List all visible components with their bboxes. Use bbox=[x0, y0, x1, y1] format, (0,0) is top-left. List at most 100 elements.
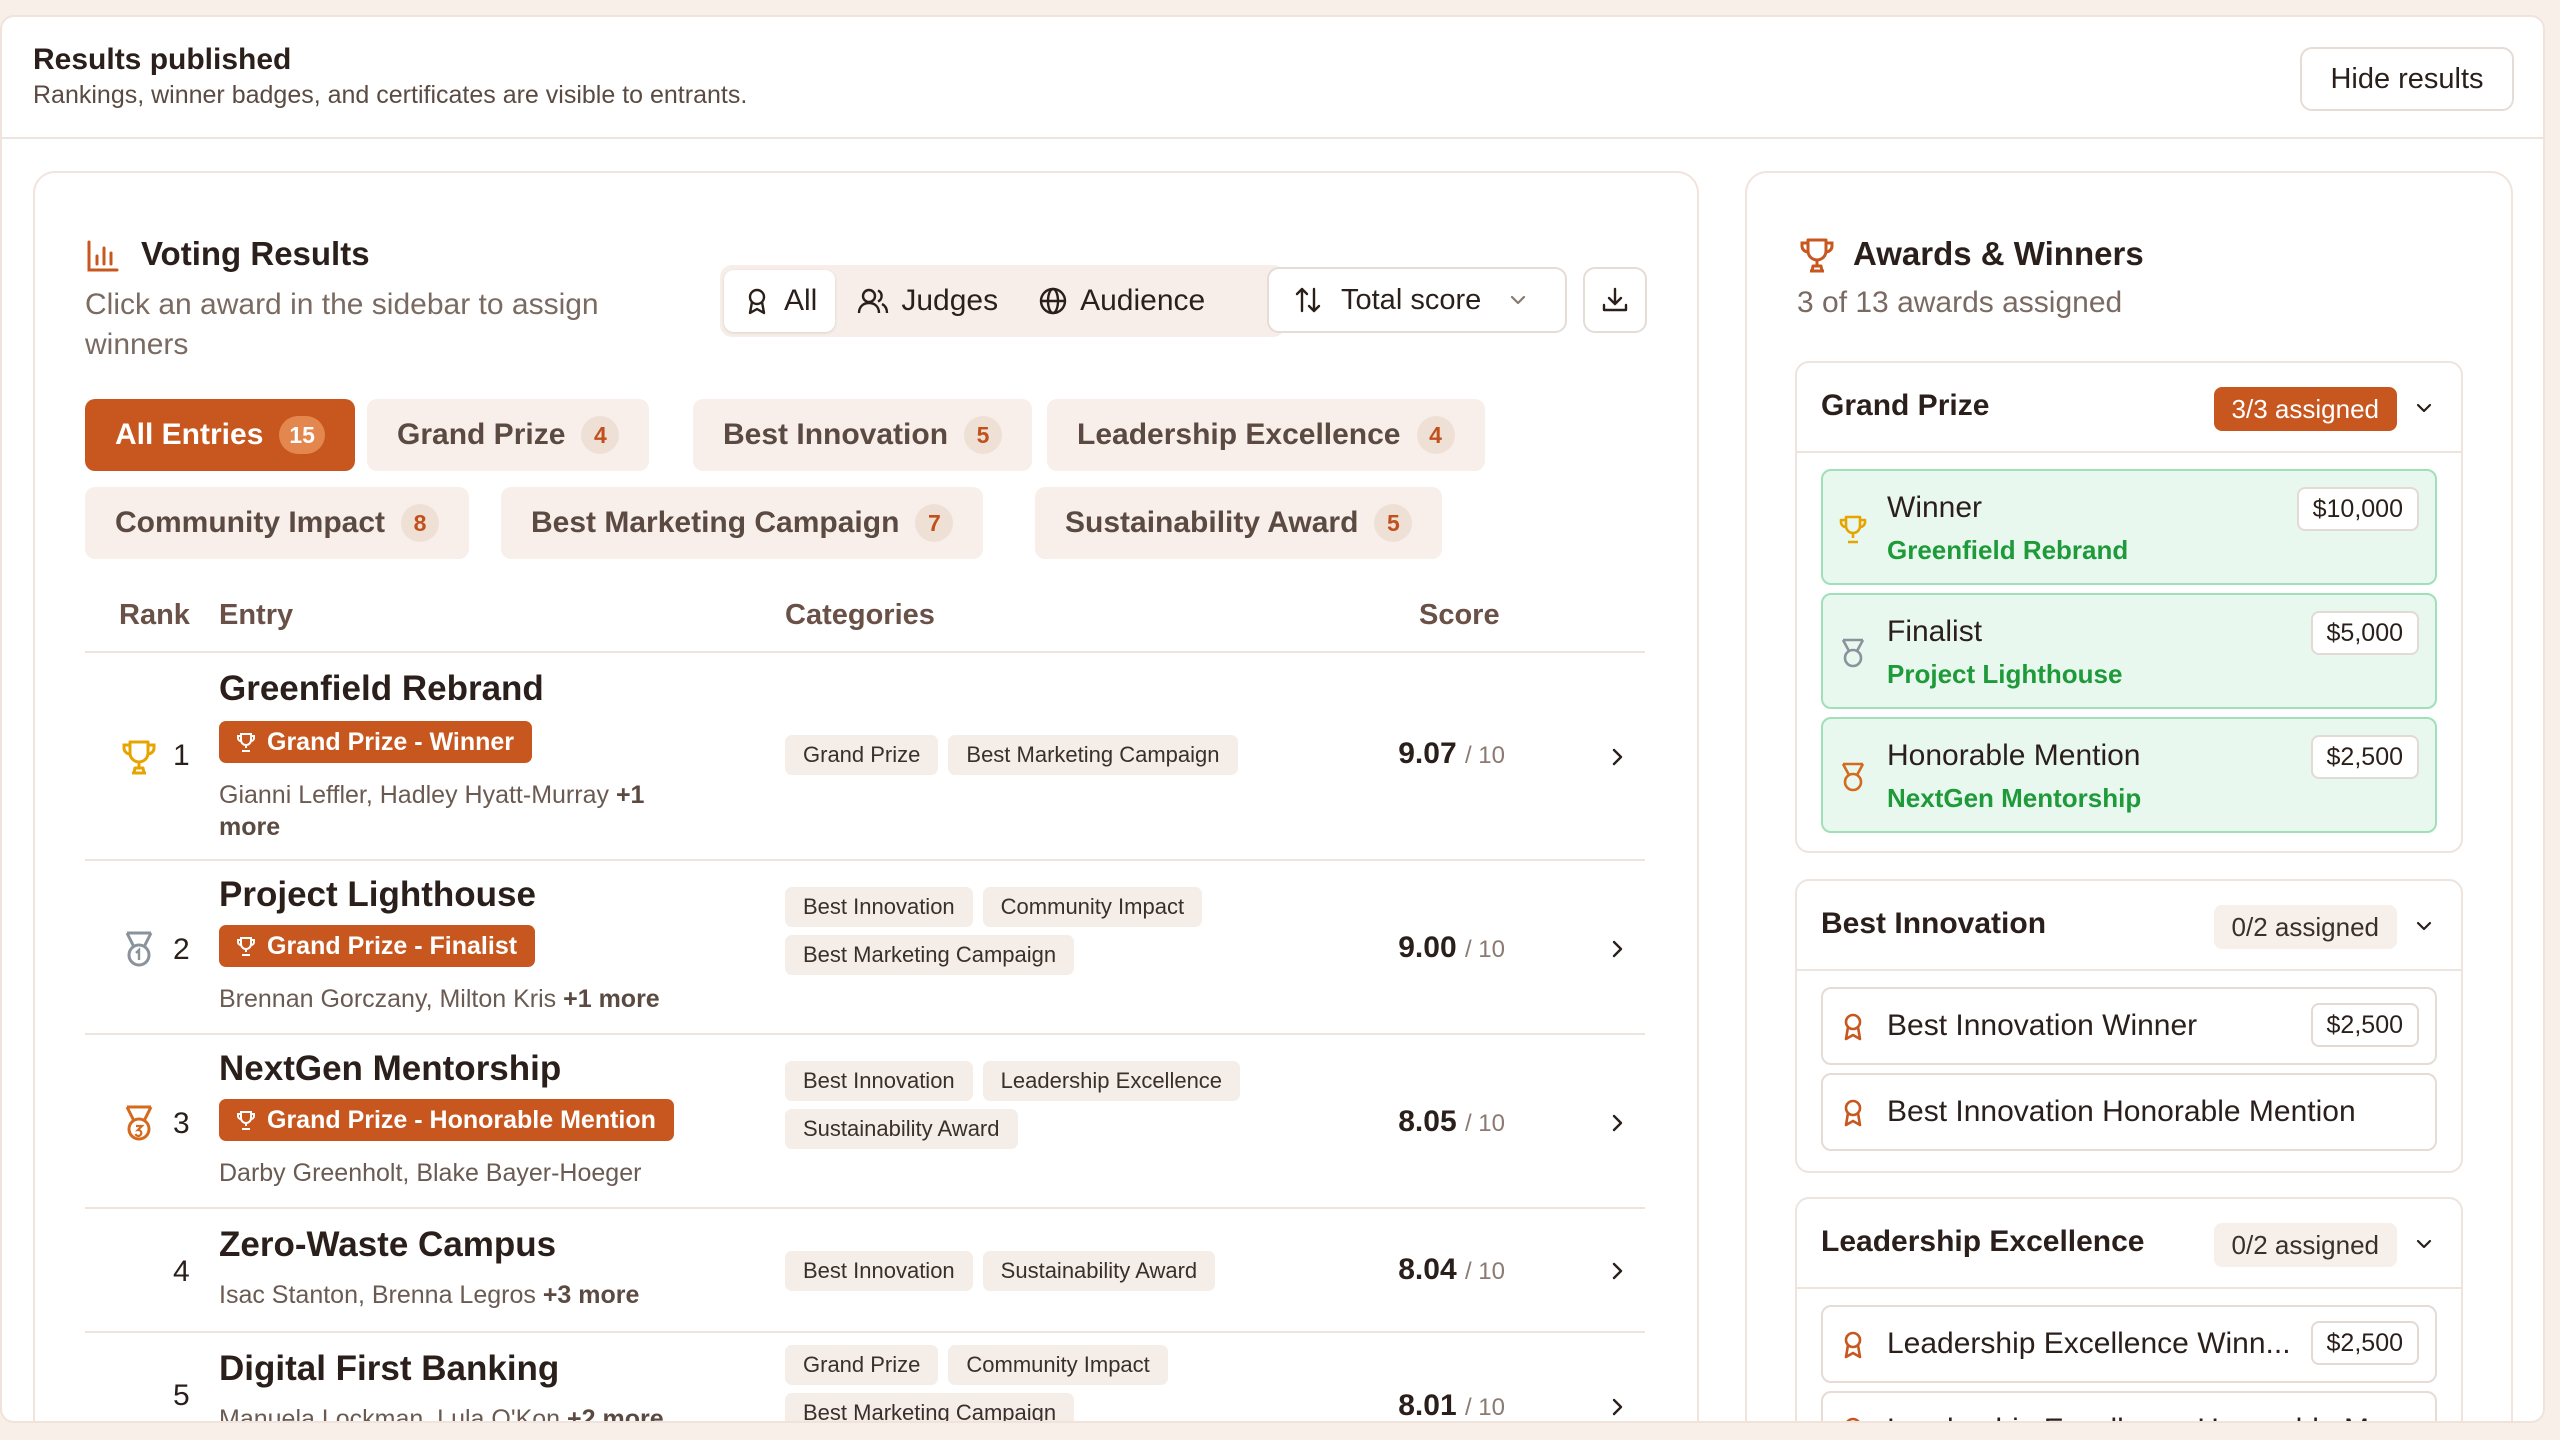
award-group-best-innovation: Best Innovation 0/2 assigned Best Innova… bbox=[1795, 879, 2463, 1173]
chevron-down-icon[interactable] bbox=[2413, 397, 2435, 419]
chevron-down-icon[interactable] bbox=[2413, 915, 2435, 937]
award-slot-name: Best Innovation Winner bbox=[1887, 1009, 2198, 1042]
chevron-right-icon[interactable] bbox=[1605, 1111, 1629, 1135]
category-tag: Sustainability Award bbox=[785, 1109, 1018, 1149]
entry-authors: Gianni Leffler, Hadley Hyatt-Murray +1 m… bbox=[219, 779, 689, 843]
score-max: / 10 bbox=[1464, 1110, 1505, 1137]
table-row[interactable]: 3 NextGen Mentorship Grand Prize - Honor… bbox=[85, 1035, 1645, 1209]
awards-title: Awards & Winners bbox=[1853, 235, 2144, 272]
entry-score: 8.01 / 10 bbox=[1375, 1389, 1505, 1421]
score-value: 9.07 bbox=[1398, 737, 1457, 770]
filter-judges-label: Judges bbox=[901, 284, 999, 317]
rank-number: 3 bbox=[173, 1107, 190, 1140]
award-group-header[interactable]: Leadership Excellence 0/2 assigned bbox=[1797, 1199, 2461, 1289]
award-slot[interactable]: Best Innovation Winner $2,500 bbox=[1821, 987, 2437, 1065]
award-badge: Grand Prize - Finalist bbox=[219, 925, 536, 967]
score-value: 8.04 bbox=[1398, 1253, 1457, 1286]
award-slot[interactable]: Best Innovation Honorable Mention bbox=[1821, 1073, 2437, 1151]
award-slot[interactable]: Leadership Excellence Winn... $2,500 bbox=[1821, 1305, 2437, 1383]
download-button[interactable] bbox=[1583, 267, 1647, 333]
voter-filter-segmented: All Judges Audience bbox=[720, 265, 1285, 337]
table-row[interactable]: 2 Project Lighthouse Grand Prize - Final… bbox=[85, 861, 1645, 1035]
filter-audience[interactable]: Audience bbox=[1020, 270, 1223, 332]
hide-results-button[interactable]: Hide results bbox=[2300, 47, 2514, 111]
award-badge-label: Grand Prize - Winner bbox=[267, 727, 515, 756]
ribbon-icon bbox=[1844, 1331, 1862, 1359]
filter-judges[interactable]: Judges bbox=[839, 270, 1016, 332]
table-row[interactable]: 5 Digital First Banking Manuela Lockman,… bbox=[85, 1333, 1645, 1421]
chevron-right-icon[interactable] bbox=[1605, 1395, 1629, 1419]
award-badge: Grand Prize - Winner bbox=[219, 721, 533, 763]
filter-all[interactable]: All bbox=[724, 270, 836, 332]
ribbon-icon bbox=[1844, 1099, 1862, 1127]
tab-label: Sustainability Award bbox=[1065, 506, 1359, 539]
score-value: 9.00 bbox=[1398, 931, 1457, 964]
category-tag: Best Marketing Campaign bbox=[785, 1393, 1075, 1421]
rank-number: 5 bbox=[173, 1379, 190, 1412]
table-row[interactable]: 4 Zero-Waste Campus Isac Stanton, Brenna… bbox=[85, 1209, 1645, 1333]
awards-winners-card: Awards & Winners 3 of 13 awards assigned… bbox=[1745, 171, 2513, 1421]
award-slot[interactable]: Leadership Excellence Honorable Me bbox=[1821, 1391, 2437, 1421]
tab-community-impact[interactable]: Community Impact 8 bbox=[85, 487, 470, 559]
ribbon-icon bbox=[748, 288, 766, 315]
tab-best-marketing-campaign[interactable]: Best Marketing Campaign 7 bbox=[501, 487, 984, 559]
chevron-right-icon[interactable] bbox=[1605, 937, 1629, 961]
trophy-icon bbox=[237, 733, 255, 752]
authors-more[interactable]: +1 more bbox=[563, 985, 660, 1013]
award-slot-name: Best Innovation Honorable Mention bbox=[1887, 1095, 2356, 1128]
sort-select[interactable]: Total score bbox=[1267, 267, 1567, 333]
award-slot-name: Leadership Excellence Honorable Me bbox=[1887, 1413, 2437, 1421]
silver-medal-icon bbox=[1841, 638, 1865, 668]
award-group-header[interactable]: Best Innovation 0/2 assigned bbox=[1797, 881, 2461, 971]
award-badge: Grand Prize - Honorable Mention bbox=[219, 1099, 674, 1141]
entry-authors: Isac Stanton, Brenna Legros +3 more bbox=[219, 1279, 739, 1311]
prize-amount: $2,500 bbox=[2310, 1003, 2419, 1047]
chevron-right-icon[interactable] bbox=[1605, 745, 1629, 769]
tab-leadership-excellence[interactable]: Leadership Excellence 4 bbox=[1047, 399, 1485, 471]
tab-count: 5 bbox=[1374, 504, 1413, 542]
results-table-header: Rank Entry Categories Score bbox=[85, 585, 1645, 653]
bronze-medal-icon bbox=[125, 1105, 153, 1141]
table-row[interactable]: 1 Greenfield Rebrand Grand Prize - Winne… bbox=[85, 653, 1645, 861]
entry-categories: Best Innovation Community Impact Best Ma… bbox=[785, 887, 1265, 975]
award-slot[interactable]: Honorable Mention NextGen Mentorship $2,… bbox=[1821, 717, 2437, 833]
column-entry: Entry bbox=[219, 599, 294, 631]
authors-more[interactable]: +3 more bbox=[543, 1281, 640, 1309]
assigned-badge: 0/2 assigned bbox=[2213, 905, 2397, 949]
tab-all-entries[interactable]: All Entries 15 bbox=[85, 399, 355, 471]
category-tag: Leadership Excellence bbox=[982, 1061, 1241, 1101]
entry-score: 9.07 / 10 bbox=[1375, 737, 1505, 771]
trophy-icon bbox=[122, 740, 156, 775]
awards-subtitle: 3 of 13 awards assigned bbox=[1797, 286, 2123, 319]
banner-title: Results published bbox=[33, 43, 292, 76]
column-score[interactable]: Score bbox=[1419, 599, 1500, 632]
voting-results-subtitle: Click an award in the sidebar to assign … bbox=[85, 288, 599, 361]
sort-arrows-icon bbox=[1295, 287, 1321, 313]
trophy-icon bbox=[1839, 515, 1867, 544]
entry-authors: Brennan Gorczany, Milton Kris +1 more bbox=[219, 983, 739, 1015]
results-page: Results published Rankings, winner badge… bbox=[0, 15, 2545, 1423]
rank-number: 1 bbox=[173, 739, 190, 772]
filter-all-label: All bbox=[784, 284, 818, 317]
entry-score: 8.04 / 10 bbox=[1375, 1253, 1505, 1287]
award-group-header[interactable]: Grand Prize 3/3 assigned bbox=[1797, 363, 2461, 453]
score-max: / 10 bbox=[1464, 1258, 1505, 1285]
chevron-right-icon[interactable] bbox=[1605, 1259, 1629, 1283]
authors-more[interactable]: +2 more bbox=[567, 1405, 664, 1421]
tab-grand-prize[interactable]: Grand Prize 4 bbox=[367, 399, 650, 471]
tab-count: 15 bbox=[279, 416, 325, 454]
tab-best-innovation[interactable]: Best Innovation 5 bbox=[693, 399, 1033, 471]
chevron-down-icon[interactable] bbox=[2413, 1233, 2435, 1255]
entry-score: 8.05 / 10 bbox=[1375, 1105, 1505, 1139]
award-badge-label: Grand Prize - Honorable Mention bbox=[267, 1105, 656, 1134]
award-slot[interactable]: Finalist Project Lighthouse $5,000 bbox=[1821, 593, 2437, 709]
award-slot[interactable]: Winner Greenfield Rebrand $10,000 bbox=[1821, 469, 2437, 585]
tab-count: 7 bbox=[915, 504, 954, 542]
ribbon-icon bbox=[1846, 1417, 1860, 1421]
award-slot-name: Finalist bbox=[1887, 615, 1983, 648]
score-max: / 10 bbox=[1464, 1394, 1505, 1421]
award-group-name: Grand Prize bbox=[1821, 389, 1990, 422]
category-tag: Best Marketing Campaign bbox=[948, 735, 1238, 775]
tab-sustainability-award[interactable]: Sustainability Award 5 bbox=[1035, 487, 1443, 559]
category-tag: Sustainability Award bbox=[982, 1251, 1216, 1291]
